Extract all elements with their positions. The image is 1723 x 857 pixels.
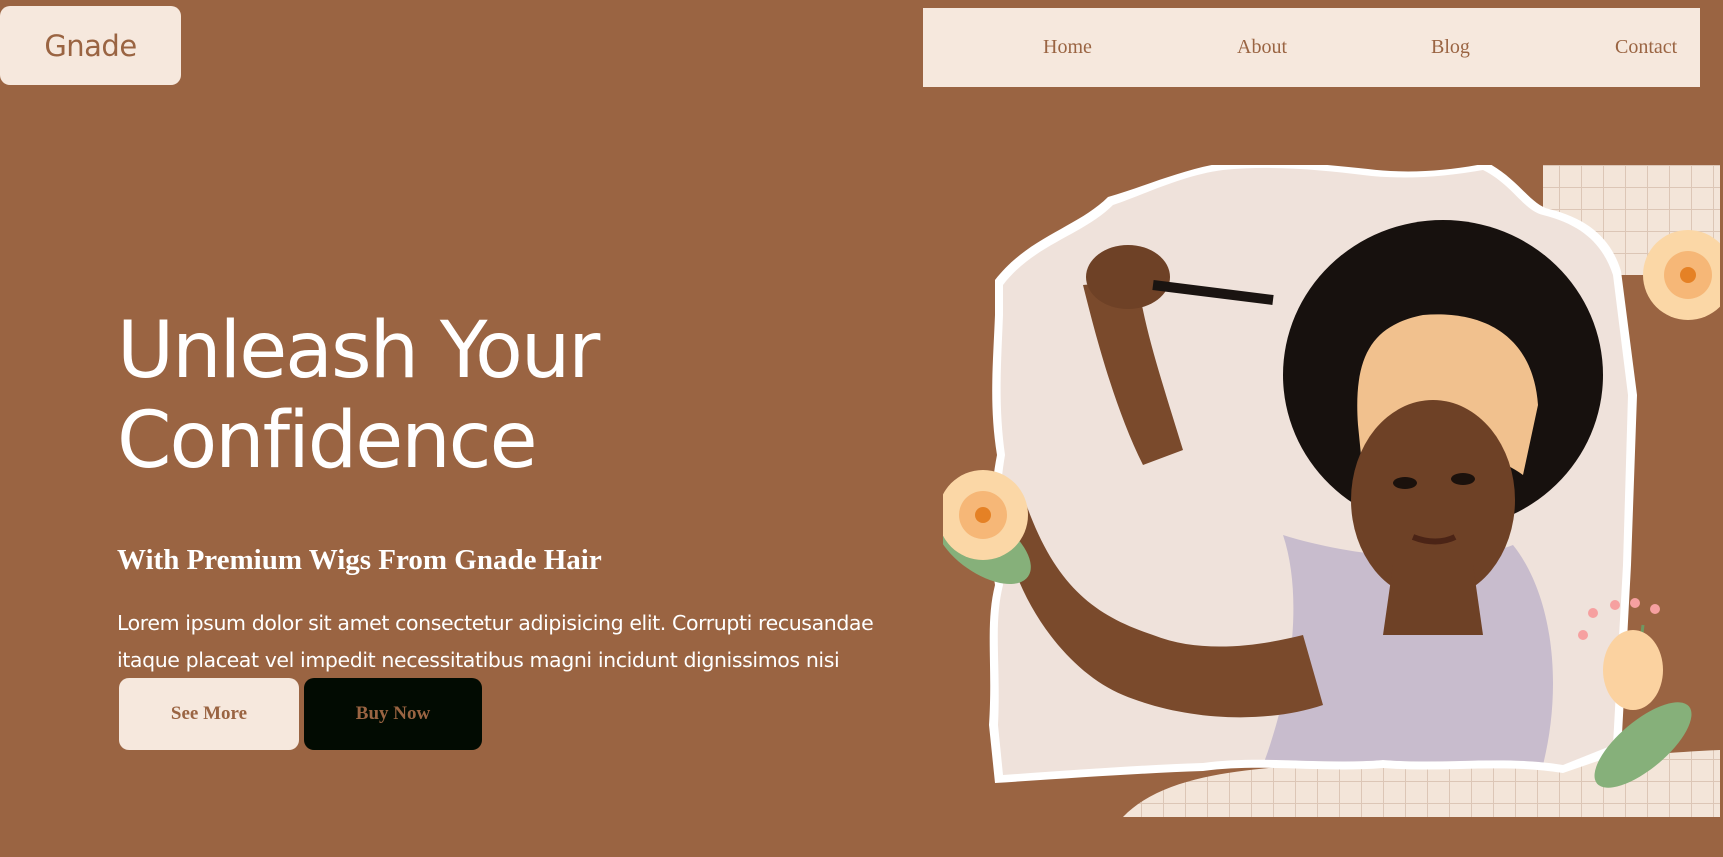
see-more-button[interactable]: See More bbox=[119, 678, 299, 750]
hero-description: Lorem ipsum dolor sit amet consectetur a… bbox=[117, 605, 882, 679]
hero-title-line-2: Confidence bbox=[117, 396, 538, 486]
top-nav: Home About Blog Contact bbox=[923, 8, 1700, 87]
nav-link-blog[interactable]: Blog bbox=[1431, 8, 1470, 87]
hero-title-line-1: Unleash Your bbox=[117, 306, 600, 396]
nav-link-about[interactable]: About bbox=[1237, 8, 1287, 87]
hero-description-line-1: Lorem ipsum dolor sit amet consectetur a… bbox=[117, 611, 874, 635]
nav-link-home[interactable]: Home bbox=[1043, 8, 1092, 87]
hero-subtitle: With Premium Wigs From Gnade Hair bbox=[117, 544, 602, 576]
nav-link-contact[interactable]: Contact bbox=[1615, 8, 1677, 87]
hero-image bbox=[943, 165, 1720, 817]
buy-now-button[interactable]: Buy Now bbox=[304, 678, 482, 750]
logo[interactable]: Gnade bbox=[0, 6, 181, 85]
hero-description-line-2: itaque placeat vel impedit necessitatibu… bbox=[117, 648, 840, 672]
logo-text: Gnade bbox=[44, 28, 137, 63]
hero-title: Unleash Your Confidence bbox=[117, 306, 817, 486]
